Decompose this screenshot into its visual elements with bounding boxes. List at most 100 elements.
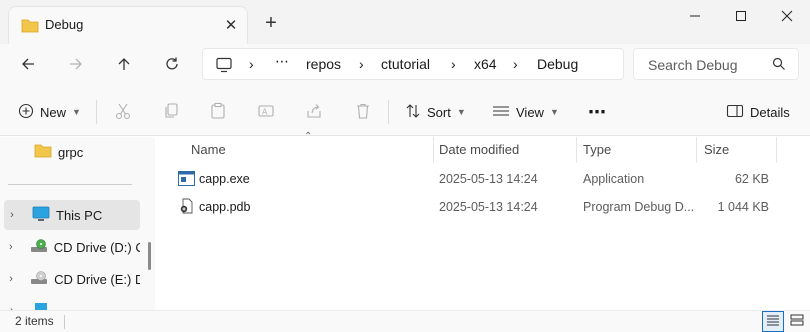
breadcrumb-repos[interactable]: repos bbox=[306, 56, 341, 72]
back-button[interactable] bbox=[12, 50, 44, 78]
file-list: ⌃ Name Date modified Type Size capp.exe … bbox=[158, 131, 810, 310]
column-divider[interactable] bbox=[696, 137, 697, 163]
search-icon[interactable] bbox=[772, 57, 786, 74]
folder-icon bbox=[21, 18, 39, 36]
view-label: View bbox=[516, 104, 544, 120]
minimize-button[interactable] bbox=[672, 0, 718, 32]
tiles-view-icon bbox=[790, 314, 804, 329]
nav-item-label: CD Drive (E:) Da bbox=[54, 271, 140, 287]
view-list-icon bbox=[492, 103, 510, 122]
paste-button[interactable] bbox=[209, 99, 227, 125]
breadcrumb-ctutorial[interactable]: ctutorial bbox=[381, 56, 430, 72]
network-icon bbox=[32, 302, 50, 310]
address-bar: › ⋯ repos › ctutorial › x64 › Debug Sear… bbox=[0, 44, 810, 86]
copy-button[interactable] bbox=[162, 99, 180, 125]
chevron-down-icon: ▼ bbox=[456, 107, 466, 117]
close-window-button[interactable] bbox=[764, 0, 810, 32]
chevron-down-icon: ▼ bbox=[72, 107, 81, 117]
details-pane-button[interactable]: Details bbox=[726, 99, 790, 125]
refresh-button[interactable] bbox=[156, 50, 188, 78]
breadcrumb-separator: › bbox=[359, 56, 364, 72]
paste-icon bbox=[209, 102, 227, 123]
cd-drive-icon bbox=[30, 270, 48, 289]
up-button[interactable] bbox=[108, 50, 140, 78]
title-bar: Debug ✕ + bbox=[0, 0, 810, 44]
nav-item-this-pc[interactable]: › This PC bbox=[4, 200, 140, 230]
column-header-type[interactable]: Type bbox=[583, 142, 611, 157]
delete-button[interactable] bbox=[354, 99, 372, 125]
file-size: 62 KB bbox=[734, 172, 769, 186]
sort-ascending-icon: ⌃ bbox=[304, 131, 313, 142]
breadcrumb-separator: › bbox=[513, 56, 518, 72]
share-button[interactable] bbox=[305, 99, 323, 125]
column-divider[interactable] bbox=[576, 137, 577, 163]
details-label: Details bbox=[750, 104, 790, 120]
nav-item-label: grpc bbox=[58, 144, 84, 160]
nav-scrollbar[interactable] bbox=[148, 242, 151, 270]
application-icon bbox=[178, 171, 195, 189]
close-tab-icon[interactable]: ✕ bbox=[221, 15, 241, 35]
column-header-size[interactable]: Size bbox=[704, 142, 729, 157]
chevron-right-icon[interactable]: › bbox=[4, 241, 18, 253]
breadcrumb[interactable]: › ⋯ repos › ctutorial › x64 › Debug bbox=[202, 48, 624, 80]
column-divider[interactable] bbox=[776, 137, 777, 163]
search-box[interactable]: Search Debug bbox=[633, 48, 799, 80]
chevron-right-icon[interactable]: › bbox=[4, 273, 18, 285]
toolbar-divider bbox=[388, 100, 389, 124]
file-date: 2025-05-13 14:24 bbox=[439, 200, 538, 214]
sort-button[interactable]: Sort ▼ bbox=[405, 99, 466, 125]
file-type: Program Debug D... bbox=[583, 200, 695, 214]
monitor-icon bbox=[215, 57, 233, 76]
sort-icon bbox=[405, 103, 421, 122]
rename-button[interactable]: A bbox=[257, 99, 275, 125]
folder-icon bbox=[34, 143, 52, 161]
status-bar: 2 items bbox=[0, 310, 810, 332]
breadcrumb-overflow[interactable]: ⋯ bbox=[275, 53, 289, 70]
breadcrumb-separator: › bbox=[249, 56, 254, 72]
sort-label: Sort bbox=[427, 104, 451, 120]
column-header-name[interactable]: Name bbox=[191, 142, 226, 157]
cut-button[interactable] bbox=[114, 99, 132, 125]
breadcrumb-debug[interactable]: Debug bbox=[537, 56, 578, 72]
maximize-button[interactable] bbox=[718, 0, 764, 32]
details-view-button[interactable] bbox=[762, 311, 784, 332]
cd-drive-icon bbox=[30, 238, 48, 257]
pdb-file-icon bbox=[179, 198, 195, 217]
new-button[interactable]: New ▼ bbox=[18, 99, 81, 125]
copy-icon bbox=[162, 102, 180, 123]
nav-item-label: This PC bbox=[56, 207, 103, 223]
breadcrumb-separator: › bbox=[451, 56, 456, 72]
share-icon bbox=[305, 102, 323, 123]
chevron-right-icon[interactable]: › bbox=[4, 209, 20, 221]
status-divider bbox=[64, 315, 65, 329]
column-divider[interactable] bbox=[433, 137, 434, 163]
forward-button[interactable] bbox=[60, 50, 92, 78]
nav-item-cd-drive-d[interactable]: › CD Drive (D:) CC bbox=[4, 232, 140, 262]
tab-debug[interactable]: Debug ✕ bbox=[8, 6, 248, 44]
file-size: 1 044 KB bbox=[717, 200, 769, 214]
tab-title: Debug bbox=[45, 17, 84, 32]
file-name: capp.exe bbox=[199, 172, 250, 186]
nav-item-label: CD Drive (D:) CC bbox=[53, 239, 140, 255]
item-count: 2 items bbox=[15, 314, 54, 328]
cut-icon bbox=[114, 102, 132, 123]
chevron-down-icon: ▼ bbox=[549, 107, 559, 117]
column-header-date[interactable]: Date modified bbox=[439, 142, 519, 157]
new-tab-icon[interactable]: + bbox=[260, 12, 282, 34]
file-row-capp-pdb[interactable]: capp.pdb 2025-05-13 14:24 Program Debug … bbox=[178, 195, 794, 221]
toolbar-divider bbox=[96, 100, 97, 124]
view-button[interactable]: View ▼ bbox=[492, 99, 559, 125]
nav-divider bbox=[8, 184, 132, 185]
file-type: Application bbox=[583, 172, 645, 186]
search-input[interactable]: Search Debug bbox=[648, 57, 738, 73]
file-row-capp-exe[interactable]: capp.exe 2025-05-13 14:24 Application 62… bbox=[178, 167, 794, 193]
nav-item-cd-drive-e[interactable]: › CD Drive (E:) Da bbox=[4, 264, 140, 294]
nav-item-network[interactable]: › bbox=[4, 296, 140, 310]
details-view-icon bbox=[766, 314, 780, 329]
details-pane-icon bbox=[726, 103, 744, 122]
more-options-button[interactable]: ⋯ bbox=[588, 99, 606, 125]
tiles-view-button[interactable] bbox=[786, 311, 808, 332]
nav-item-grpc[interactable]: grpc bbox=[4, 137, 140, 167]
breadcrumb-x64[interactable]: x64 bbox=[474, 56, 497, 72]
plus-circle-icon bbox=[18, 103, 34, 122]
